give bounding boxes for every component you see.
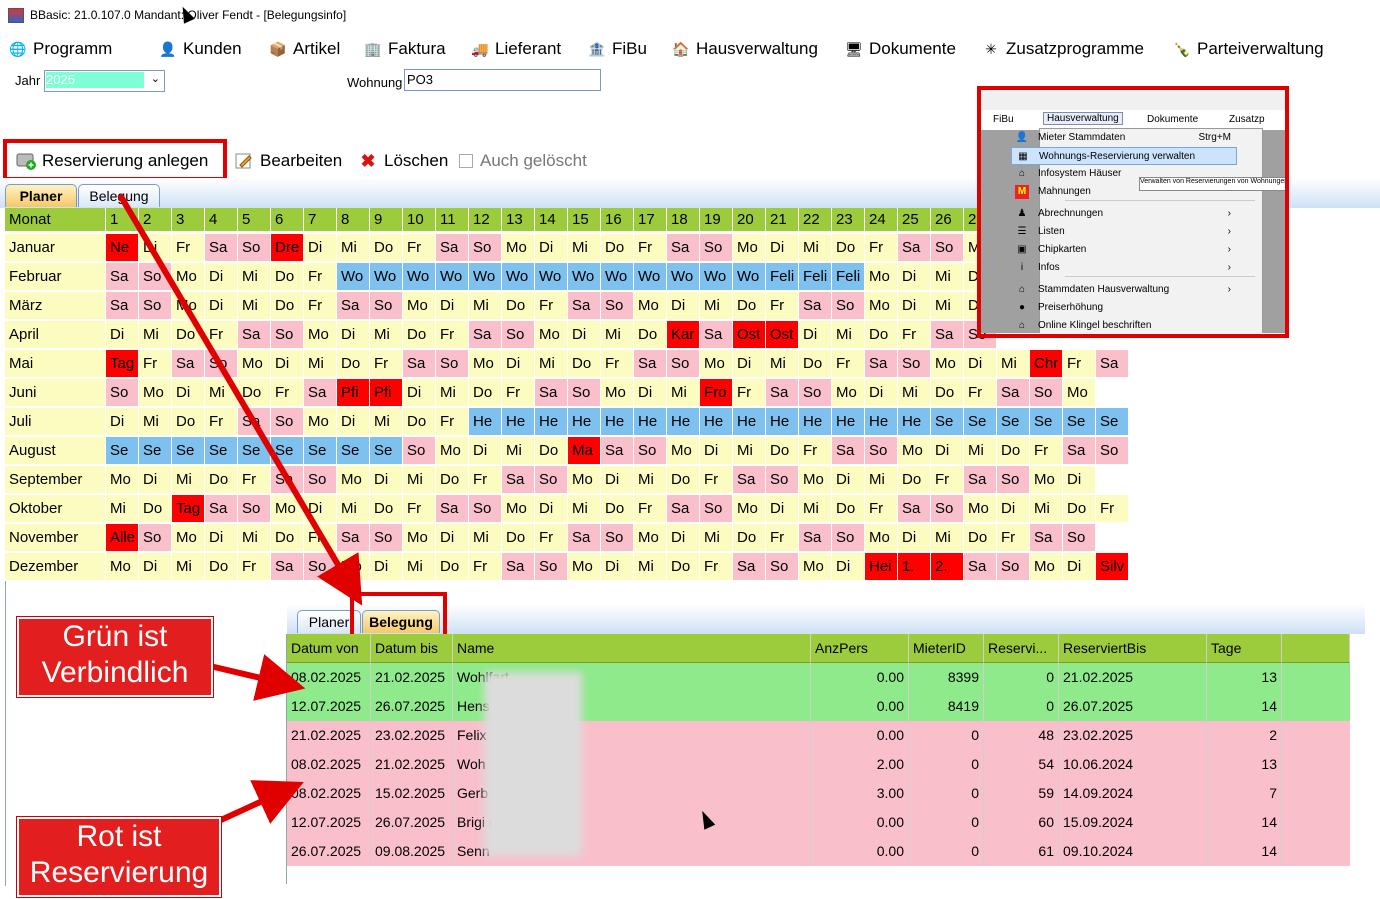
arrow-green — [209, 654, 306, 701]
arrow-create-to-tab — [117, 193, 363, 606]
callout-red: Rot ist Reservierung — [17, 817, 221, 897]
callout-green: Grün ist Verbindlich — [17, 617, 213, 697]
highlight-menu-inset — [977, 86, 1289, 338]
